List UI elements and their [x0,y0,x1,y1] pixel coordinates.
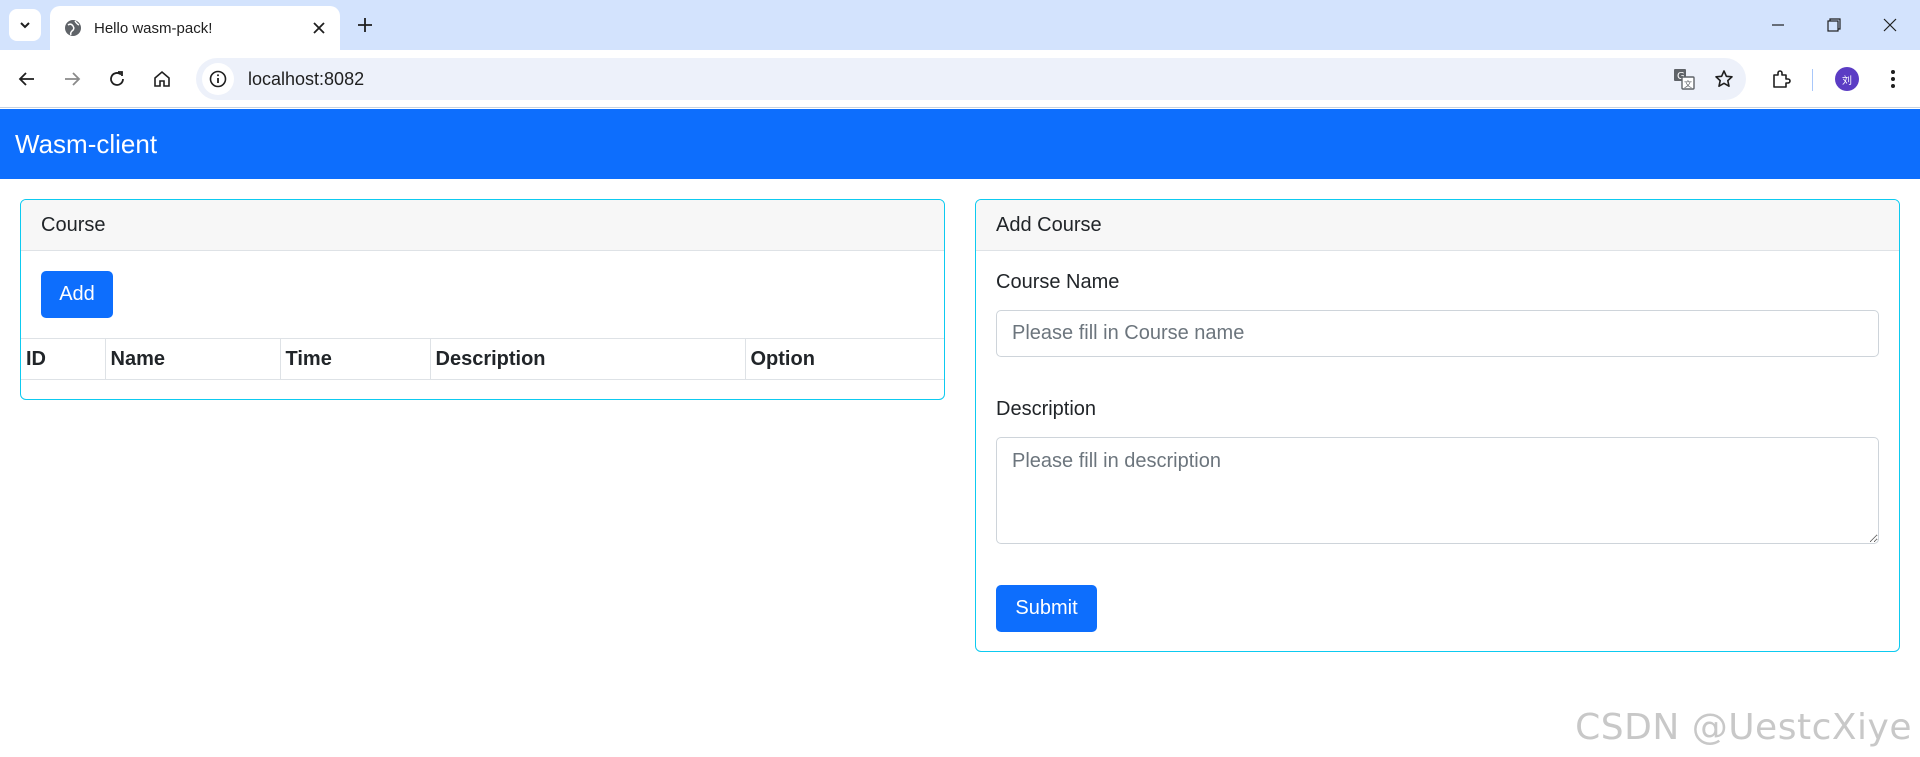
puzzle-icon [1773,70,1791,88]
add-course-card-header: Add Course [976,200,1899,251]
site-info-button[interactable] [202,63,234,95]
course-card: Course Add ID Name Time Description Opti… [20,199,945,400]
watermark: CSDN @UestcXiye [1575,707,1912,748]
navbar: Wasm-client [0,109,1920,179]
add-course-card: Add Course Course Name Description Submi… [975,199,1900,652]
course-card-header: Course [21,200,944,251]
minimize-button[interactable] [1750,0,1806,50]
tab-title: Hello wasm-pack! [94,19,213,37]
minimize-icon [1772,24,1784,26]
info-icon [209,70,227,88]
reload-icon [110,71,124,86]
url-text[interactable]: localhost:8082 [248,69,1666,90]
course-name-label: Course Name [996,271,1120,293]
navbar-brand[interactable]: Wasm-client [15,129,157,160]
close-icon [313,22,325,34]
globe-icon [65,20,81,36]
forward-button[interactable] [55,62,89,96]
browser-menu-button[interactable] [1876,62,1910,96]
close-window-button[interactable] [1862,0,1918,50]
arrow-right-icon [65,72,81,86]
plus-icon [358,18,372,32]
column-header-time: Time [280,338,431,380]
description-textarea[interactable] [996,437,1879,544]
more-vert-icon [1891,70,1895,88]
description-label: Description [996,398,1097,420]
tab-search-button[interactable] [9,9,41,41]
column-header-option: Option [745,338,944,380]
browser-toolbar: localhost:8082 G 文 刘 [0,50,1920,108]
arrow-left-icon [18,72,34,86]
star-icon [1715,70,1733,87]
reload-button[interactable] [100,62,134,96]
new-tab-button[interactable] [350,10,380,40]
home-icon [154,70,170,87]
bookmark-button[interactable] [1706,61,1742,97]
svg-text:文: 文 [1684,79,1692,89]
restore-icon [1827,18,1841,32]
course-table: ID Name Time Description Option [21,338,944,380]
translate-button[interactable]: G 文 [1666,61,1702,97]
close-icon [1883,18,1897,32]
column-header-description: Description [430,338,746,380]
column-header-id: ID [21,338,106,380]
chevron-down-icon [20,22,30,29]
browser-tab[interactable]: Hello wasm-pack! [50,6,340,50]
extensions-button[interactable] [1764,62,1798,96]
back-button[interactable] [10,62,44,96]
browser-tabstrip: Hello wasm-pack! [0,0,1920,50]
tab-close-button[interactable] [304,13,334,43]
submit-button[interactable]: Submit [996,585,1097,632]
toolbar-separator [1812,69,1813,91]
home-button[interactable] [145,62,179,96]
restore-button[interactable] [1806,0,1862,50]
table-header-row: ID Name Time Description Option [21,338,944,380]
profile-avatar[interactable]: 刘 [1835,67,1859,91]
add-course-button[interactable]: Add [41,271,113,318]
column-header-name: Name [105,338,281,380]
translate-icon: G 文 [1674,69,1695,90]
address-bar[interactable]: localhost:8082 G 文 [196,58,1746,100]
course-name-input[interactable] [996,310,1879,357]
